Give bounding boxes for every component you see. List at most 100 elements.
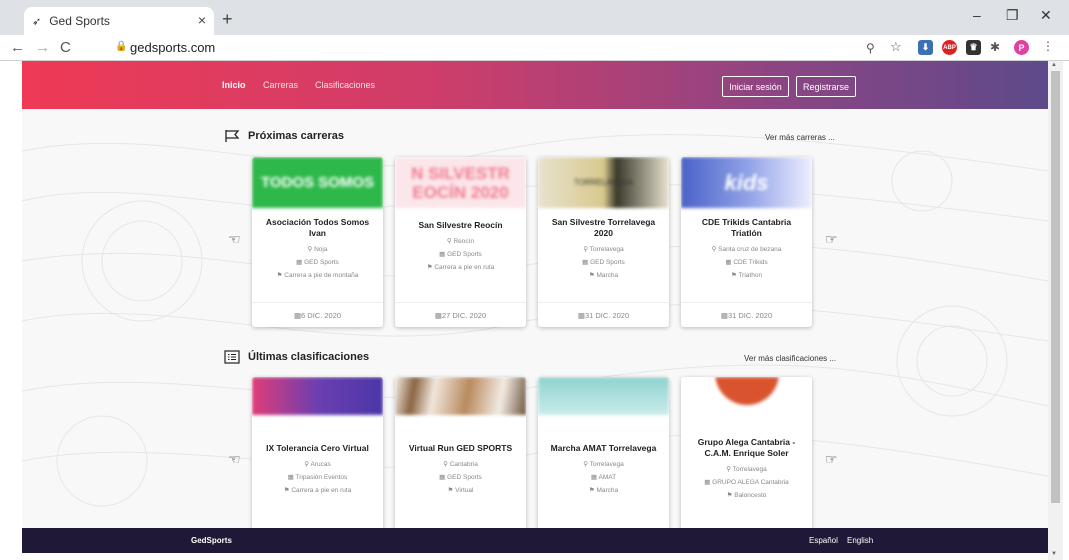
result-title: Virtual Run GED SPORTS bbox=[408, 443, 513, 453]
result-organizer: GRUPO ALEGA Cantabria bbox=[712, 479, 789, 486]
menu-kebab-icon[interactable]: ⋮ bbox=[1042, 39, 1054, 53]
login-button[interactable]: Iniciar sesión bbox=[722, 76, 789, 97]
result-card[interactable]: IX Tolerancia Cero Virtual ⚲ Arucas ▦ Tr… bbox=[252, 377, 383, 537]
race-location: Reocín bbox=[453, 238, 475, 245]
calendar-icon: ▦ bbox=[720, 310, 728, 320]
result-type: Baloncesto bbox=[734, 492, 767, 499]
result-title: Marcha AMAT Torrelavega bbox=[550, 443, 657, 453]
url-input[interactable]: gedsports.com bbox=[130, 40, 215, 55]
result-card-image bbox=[252, 377, 383, 415]
alega-logo-shape bbox=[714, 377, 779, 405]
location-icon: ⚲ bbox=[443, 461, 450, 468]
race-card-image: TODOS SOMOS bbox=[252, 157, 383, 208]
result-organizer: Tripasión Eventos bbox=[295, 474, 348, 481]
next-races-icon[interactable]: ☞ bbox=[825, 231, 838, 248]
more-races-link[interactable]: Ver más carreras ... bbox=[765, 133, 835, 142]
result-card-image bbox=[681, 377, 812, 415]
organizer-icon: ▦ bbox=[439, 474, 448, 481]
profile-avatar[interactable]: P bbox=[1014, 40, 1029, 55]
nav-clasificaciones[interactable]: Clasificaciones bbox=[315, 80, 375, 90]
bookmark-star-icon[interactable]: ☆ bbox=[890, 39, 902, 55]
scroll-down-icon[interactable]: ▼ bbox=[1051, 551, 1057, 557]
result-location: Cantabria bbox=[449, 461, 478, 468]
race-organizer: CDE Trikids bbox=[733, 259, 768, 266]
back-icon[interactable]: ← bbox=[10, 39, 25, 56]
extensions-puzzle-icon[interactable]: ✱ bbox=[990, 40, 1000, 54]
tab-close-icon[interactable]: × bbox=[198, 12, 206, 28]
flag-icon bbox=[225, 130, 240, 142]
lang-english-link[interactable]: English bbox=[847, 536, 873, 545]
race-card-image: N SILVESTR EOCÍN 2020 bbox=[395, 157, 526, 208]
race-title: San Silvestre Torrelavega 2020 bbox=[551, 217, 656, 238]
tab-title: Ged Sports bbox=[49, 14, 110, 28]
close-window-button[interactable]: ✕ bbox=[1040, 7, 1052, 24]
result-card[interactable]: Virtual Run GED SPORTS ⚲ Cantabria ▦ GED… bbox=[395, 377, 526, 537]
latest-results-title: Últimas clasificaciones bbox=[248, 351, 370, 363]
race-location: Torrelavega bbox=[589, 246, 624, 253]
reload-icon[interactable]: C bbox=[60, 39, 71, 56]
race-organizer: GED Sports bbox=[447, 251, 482, 258]
list-icon bbox=[224, 350, 240, 364]
prev-results-icon[interactable]: ☜ bbox=[228, 451, 241, 468]
website-viewport: Inicio Carreras Clasificaciones Iniciar … bbox=[22, 61, 1048, 553]
race-type: Carrera a pie de montaña bbox=[284, 272, 359, 279]
race-title: San Silvestre Reocín bbox=[418, 220, 503, 230]
organizer-icon: ▦ bbox=[704, 479, 713, 486]
scroll-up-icon[interactable]: ▲ bbox=[1051, 62, 1057, 68]
result-title: Grupo Alega Cantabria - C.A.M. Enrique S… bbox=[697, 437, 796, 458]
race-location: Santa cruz de bezana bbox=[718, 246, 782, 253]
latest-results-heading: Últimas clasificaciones bbox=[224, 350, 369, 364]
header-banner: Inicio Carreras Clasificaciones Iniciar … bbox=[22, 61, 1048, 109]
race-card[interactable]: TODOS SOMOS Asociación Todos Somos Ivan … bbox=[252, 157, 383, 327]
result-type: Marcha bbox=[596, 487, 619, 494]
scrollbar-thumb[interactable] bbox=[1051, 71, 1060, 503]
result-card[interactable]: Marcha AMAT Torrelavega ⚲ Torrelavega ▦ … bbox=[538, 377, 669, 537]
zoom-icon[interactable]: ⚲ bbox=[866, 41, 875, 55]
race-card[interactable]: kids CDE Trikids Cantabria Triatlón ⚲ Sa… bbox=[681, 157, 812, 327]
organizer-icon: ▦ bbox=[582, 259, 591, 266]
race-date: 6 DIC. 2020 bbox=[301, 310, 342, 320]
result-organizer: AMAT bbox=[598, 474, 617, 481]
race-card[interactable]: TORRELAVEGA San Silvestre Torrelavega 20… bbox=[538, 157, 669, 327]
race-location: Noja bbox=[314, 246, 328, 253]
result-location: Arucas bbox=[310, 461, 331, 468]
site-favicon-icon: ➶ bbox=[32, 15, 42, 28]
organizer-icon: ▦ bbox=[287, 474, 296, 481]
new-tab-button[interactable]: + bbox=[222, 9, 233, 30]
race-date: 27 DIC. 2020 bbox=[441, 310, 487, 320]
topographic-background bbox=[22, 134, 1048, 507]
lock-icon[interactable]: 🔒 bbox=[115, 41, 127, 52]
adblock-extension-icon[interactable]: ABP bbox=[942, 40, 957, 55]
calendar-icon: ▦ bbox=[577, 310, 585, 320]
browser-tab[interactable]: ➶ Ged Sports × bbox=[24, 7, 214, 35]
result-type: Virtual bbox=[455, 487, 474, 494]
forward-icon[interactable]: → bbox=[35, 39, 50, 56]
next-results-icon[interactable]: ☞ bbox=[825, 451, 838, 468]
result-card[interactable]: Grupo Alega Cantabria - C.A.M. Enrique S… bbox=[681, 377, 812, 537]
footer-brand: GedSports bbox=[191, 536, 232, 545]
nav-inicio[interactable]: Inicio bbox=[222, 80, 246, 90]
flag-small-icon: ⚑ bbox=[447, 487, 456, 494]
lang-spanish-link[interactable]: Español bbox=[809, 536, 838, 545]
upcoming-races-heading: Próximas carreras bbox=[224, 129, 344, 143]
download-extension-icon[interactable]: ⬇ bbox=[918, 40, 933, 55]
race-card-image: TORRELAVEGA bbox=[538, 157, 669, 208]
race-organizer: GED Sports bbox=[304, 259, 339, 266]
site-footer: GedSports Español English bbox=[22, 528, 1048, 553]
more-results-link[interactable]: Ver más clasificaciones ... bbox=[744, 354, 836, 363]
minimize-button[interactable]: – bbox=[973, 7, 981, 23]
address-bar: ← → C 🔒 gedsports.com ⚲ ☆ ⬇ ABP ♛ ✱ P ⋮ bbox=[0, 35, 1069, 61]
organizer-icon: ▦ bbox=[590, 474, 599, 481]
race-date: 31 DIC. 2020 bbox=[727, 310, 773, 320]
register-button[interactable]: Registrarse bbox=[796, 76, 856, 97]
prev-races-icon[interactable]: ☜ bbox=[228, 231, 241, 248]
organizer-icon: ▦ bbox=[296, 259, 305, 266]
restore-button[interactable]: ❐ bbox=[1006, 7, 1019, 24]
nav-carreras[interactable]: Carreras bbox=[263, 80, 298, 90]
result-organizer: GED Sports bbox=[447, 474, 482, 481]
crown-extension-icon[interactable]: ♛ bbox=[966, 40, 981, 55]
race-card[interactable]: N SILVESTR EOCÍN 2020 San Silvestre Reoc… bbox=[395, 157, 526, 327]
result-card-image bbox=[395, 377, 526, 415]
race-card-image: kids bbox=[681, 157, 812, 208]
vertical-scrollbar[interactable]: ▲ ▼ bbox=[1048, 61, 1063, 560]
